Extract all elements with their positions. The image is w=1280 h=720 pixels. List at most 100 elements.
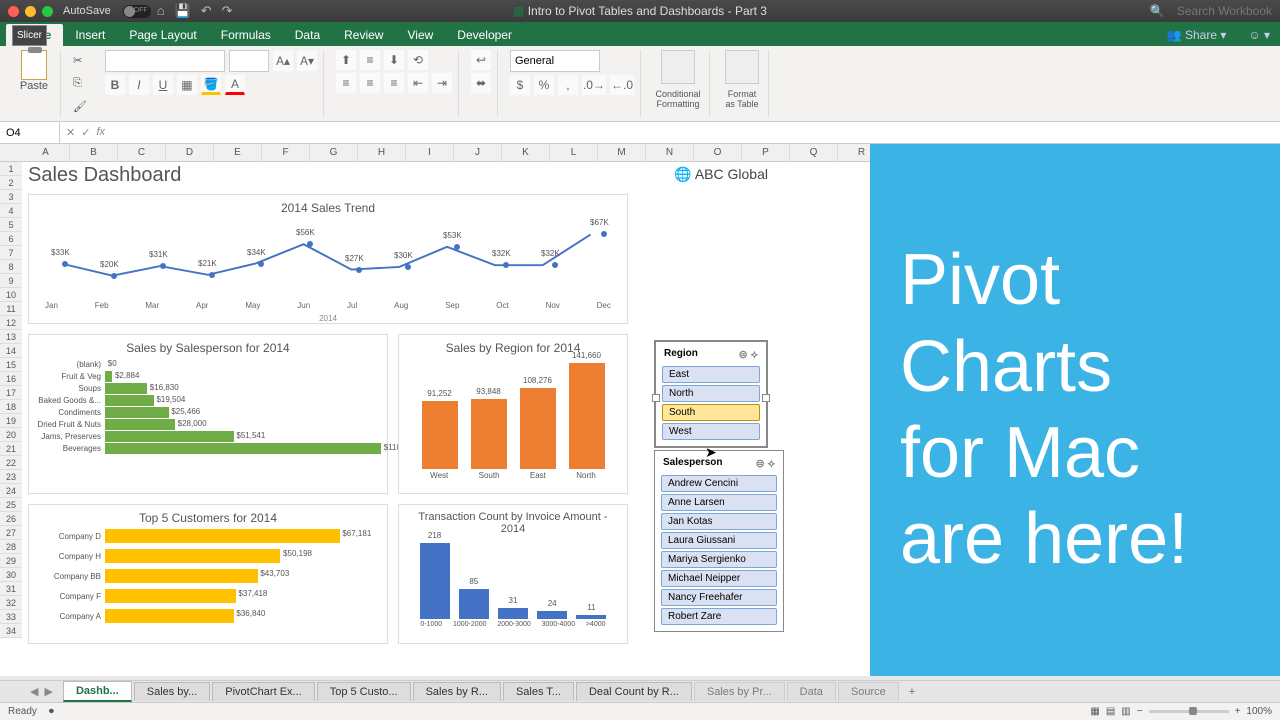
close-window-icon[interactable]	[8, 6, 19, 17]
page-break-icon[interactable]: ▥	[1121, 706, 1130, 717]
align-center-icon[interactable]: ≡	[360, 73, 380, 93]
slicer-item[interactable]: West	[662, 423, 760, 440]
bold-button[interactable]: B	[105, 75, 125, 95]
maximize-window-icon[interactable]	[42, 6, 53, 17]
increase-font-icon[interactable]: A▴	[273, 51, 293, 71]
percent-icon[interactable]: %	[534, 75, 554, 95]
macro-record-icon[interactable]: ⏺	[49, 706, 54, 717]
increase-indent-icon[interactable]: ⇥	[432, 73, 452, 93]
fx-icon[interactable]: fx	[96, 126, 105, 139]
align-middle-icon[interactable]: ≡	[360, 50, 380, 70]
tab-insert[interactable]: Insert	[63, 24, 117, 46]
orientation-icon[interactable]: ⟲	[408, 50, 428, 70]
sheet-tab[interactable]: Deal Count by R...	[576, 682, 692, 701]
align-right-icon[interactable]: ≡	[384, 73, 404, 93]
page-layout-icon[interactable]: ▤	[1106, 706, 1115, 717]
save-icon[interactable]: 💾	[175, 3, 191, 19]
slicer-item[interactable]: Anne Larsen	[661, 494, 777, 511]
search-icon[interactable]: 🔍	[1150, 4, 1165, 18]
format-as-table-icon[interactable]	[725, 50, 759, 84]
first-sheet-icon[interactable]: ◀	[30, 685, 38, 698]
slicer-item[interactable]: East	[662, 366, 760, 383]
tab-view[interactable]: View	[395, 24, 445, 46]
chart-transaction-count[interactable]: Transaction Count by Invoice Amount - 20…	[398, 504, 628, 644]
sheet-tab[interactable]: Source	[838, 682, 899, 701]
cancel-formula-icon[interactable]: ✕	[66, 126, 75, 139]
worksheet[interactable]: ABCDEFGHIJKLMNOPQRSTUVW 1234567891011121…	[0, 144, 1280, 676]
add-sheet-icon[interactable]: +	[901, 683, 923, 701]
search-placeholder[interactable]: Search Workbook	[1177, 4, 1272, 18]
decrease-decimal-icon[interactable]: ←.0	[610, 75, 634, 95]
zoom-out-icon[interactable]: −	[1137, 706, 1143, 717]
fill-color-icon[interactable]: 🪣	[201, 75, 221, 95]
wrap-text-icon[interactable]: ↩	[471, 50, 491, 70]
chart-top5-customers[interactable]: Top 5 Customers for 2014 Company D$67,18…	[28, 504, 388, 644]
chart-sales-trend[interactable]: 2014 Sales Trend $33K$20K$31K$21K$34K$56…	[28, 194, 628, 324]
sheet-tab[interactable]: Sales by...	[134, 682, 211, 701]
paste-button[interactable]: Paste	[14, 50, 54, 92]
zoom-value[interactable]: 100%	[1246, 706, 1272, 717]
tab-formulas[interactable]: Formulas	[209, 24, 283, 46]
normal-view-icon[interactable]: ▦	[1090, 706, 1099, 717]
slicer-item[interactable]: Laura Giussani	[661, 532, 777, 549]
name-box[interactable]: O4	[0, 122, 60, 143]
slicer-item[interactable]: North	[662, 385, 760, 402]
slicer-salesperson[interactable]: Salesperson⊜ ⟡ Andrew CenciniAnne Larsen…	[654, 450, 784, 632]
tab-data[interactable]: Data	[283, 24, 332, 46]
format-painter-icon[interactable]: 🖌	[73, 100, 87, 113]
slicer-item[interactable]: Nancy Freehafer	[661, 589, 777, 606]
cut-icon[interactable]: ✂	[73, 54, 87, 67]
tab-slicer[interactable]: Slicer	[12, 25, 47, 46]
underline-button[interactable]: U	[153, 75, 173, 95]
zoom-slider[interactable]	[1149, 710, 1229, 713]
autosave-toggle[interactable]	[123, 5, 151, 18]
tab-page-layout[interactable]: Page Layout	[117, 24, 208, 46]
prev-sheet-icon[interactable]: ▶	[44, 685, 52, 698]
align-top-icon[interactable]: ⬆	[336, 50, 356, 70]
tab-developer[interactable]: Developer	[445, 24, 524, 46]
font-name-input[interactable]	[105, 50, 225, 72]
home-icon[interactable]: ⌂	[157, 3, 165, 19]
redo-icon[interactable]: ↷	[222, 3, 233, 19]
multi-select-icon[interactable]: ⊜	[755, 458, 764, 470]
italic-button[interactable]: I	[129, 75, 149, 95]
slicer-item[interactable]: Robert Zare	[661, 608, 777, 625]
zoom-in-icon[interactable]: +	[1235, 706, 1241, 717]
slicer-region[interactable]: Region⊜ ⟡ EastNorthSouthWest	[654, 340, 768, 448]
slicer-item[interactable]: South	[662, 404, 760, 421]
increase-decimal-icon[interactable]: .0→	[582, 75, 606, 95]
slicer-item[interactable]: Jan Kotas	[661, 513, 777, 530]
multi-select-icon[interactable]: ⊜	[738, 349, 747, 361]
chart-region[interactable]: Sales by Region for 2014 91,25293,848108…	[398, 334, 628, 494]
sheet-tab[interactable]: Sales by R...	[413, 682, 501, 701]
sheet-tab[interactable]: Data	[787, 682, 836, 701]
font-size-input[interactable]	[229, 50, 269, 72]
conditional-formatting-icon[interactable]	[661, 50, 695, 84]
border-icon[interactable]: ▦	[177, 75, 197, 95]
font-color-icon[interactable]: A	[225, 75, 245, 95]
slicer-item[interactable]: Mariya Sergienko	[661, 551, 777, 568]
feedback-icon[interactable]: ☺ ▾	[1238, 24, 1280, 46]
number-format-select[interactable]	[510, 50, 600, 72]
decrease-indent-icon[interactable]: ⇤	[408, 73, 428, 93]
slicer-item[interactable]: Michael Neipper	[661, 570, 777, 587]
sheet-tab-dashboard[interactable]: Dashb...	[63, 681, 132, 702]
clear-filter-icon[interactable]: ⟡	[768, 458, 775, 470]
undo-icon[interactable]: ↶	[201, 3, 212, 19]
sheet-tab[interactable]: PivotChart Ex...	[212, 682, 314, 701]
sheet-tab[interactable]: Sales by Pr...	[694, 682, 785, 701]
clear-filter-icon[interactable]: ⟡	[751, 349, 758, 361]
enter-formula-icon[interactable]: ✓	[81, 126, 90, 139]
sheet-tab[interactable]: Top 5 Custo...	[317, 682, 411, 701]
sheet-tab[interactable]: Sales T...	[503, 682, 574, 701]
tab-review[interactable]: Review	[332, 24, 395, 46]
slicer-item[interactable]: Andrew Cencini	[661, 475, 777, 492]
chart-salesperson[interactable]: Sales by Salesperson for 2014 (blank)$0F…	[28, 334, 388, 494]
currency-icon[interactable]: $	[510, 75, 530, 95]
merge-icon[interactable]: ⬌	[471, 73, 491, 93]
align-left-icon[interactable]: ≡	[336, 73, 356, 93]
decrease-font-icon[interactable]: A▾	[297, 51, 317, 71]
minimize-window-icon[interactable]	[25, 6, 36, 17]
comma-icon[interactable]: ,	[558, 75, 578, 95]
align-bottom-icon[interactable]: ⬇	[384, 50, 404, 70]
